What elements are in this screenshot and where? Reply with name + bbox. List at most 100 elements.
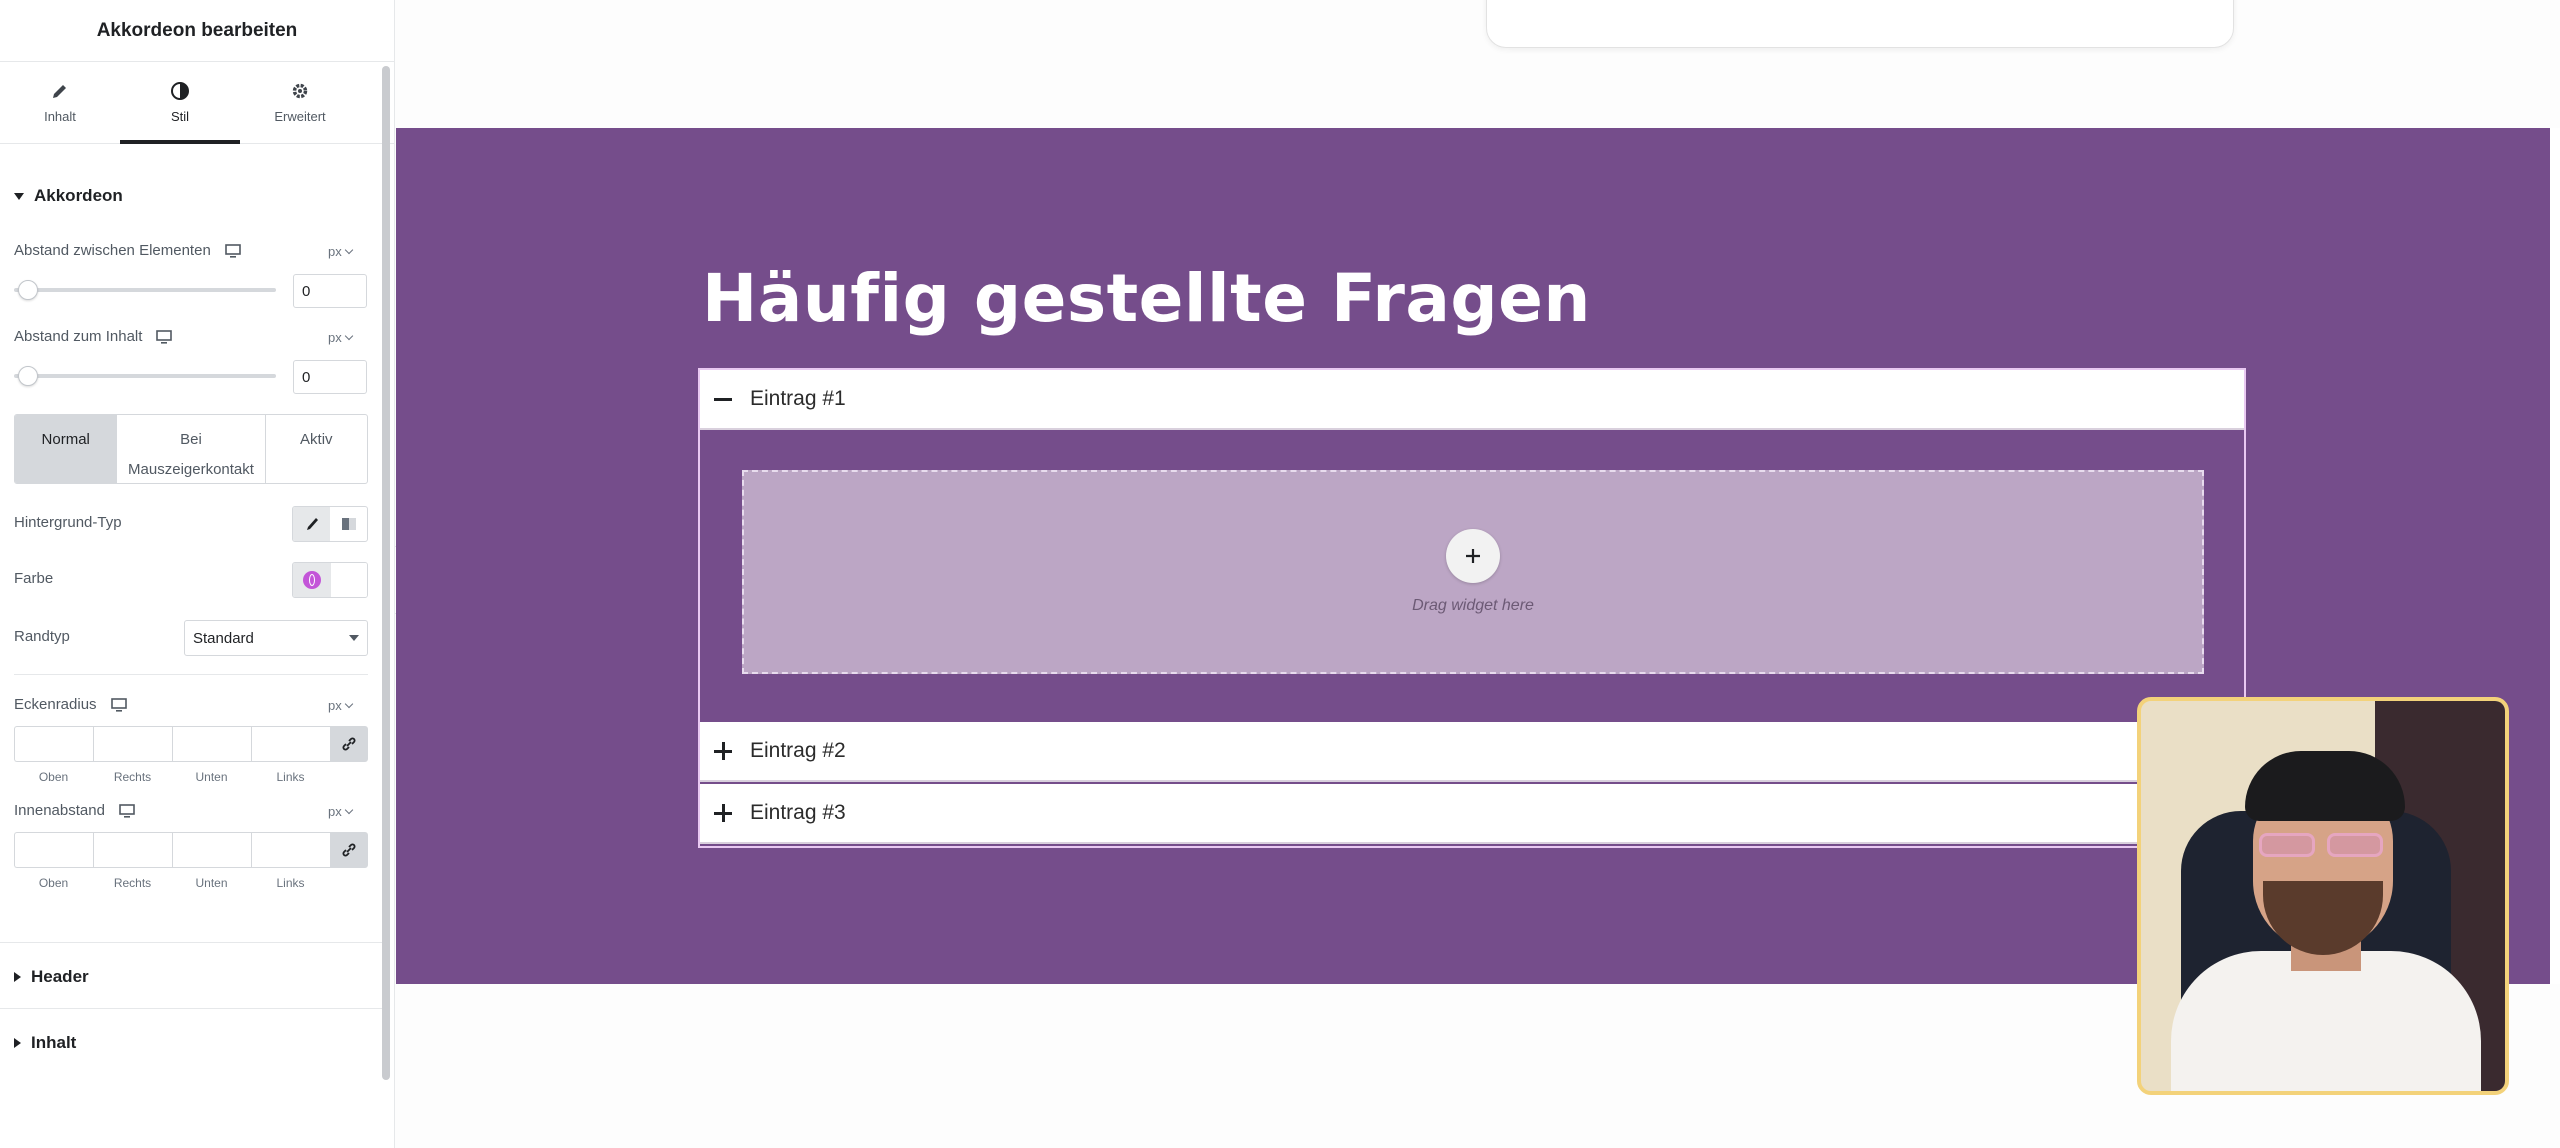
section-header-row[interactable]: Header: [0, 942, 382, 1008]
corner-right-input[interactable]: [93, 726, 172, 762]
section-header-label: Header: [31, 967, 89, 986]
padding-right-input[interactable]: [93, 832, 172, 868]
padding-text: Innenabstand: [14, 802, 105, 819]
brush-icon: [306, 518, 318, 530]
tab-erweitert-label: Erweitert: [274, 109, 326, 124]
gradient-icon: [341, 518, 356, 530]
accordion-item-title: Eintrag #3: [750, 801, 846, 824]
panel-title: Akkordeon bearbeiten: [0, 0, 394, 62]
spacing-content-input[interactable]: 0: [293, 360, 367, 394]
accordion-item-1[interactable]: Eintrag #1: [700, 370, 2244, 430]
padding-inputs: Oben Rechts Unten Links: [14, 832, 368, 890]
section-akkordeon[interactable]: Akkordeon: [14, 186, 123, 206]
accordion-item-title: Eintrag #2: [750, 739, 846, 762]
drop-hint: Drag widget here: [1412, 597, 1534, 614]
spacing-between-input[interactable]: 0: [293, 274, 367, 308]
monitor-icon[interactable]: [156, 329, 173, 344]
border-type-label: Randtyp: [14, 628, 70, 645]
dim-label: Oben: [38, 876, 69, 890]
corner-bottom-input[interactable]: [172, 726, 251, 762]
padding-bottom-input[interactable]: [172, 832, 251, 868]
dim-label: Links: [276, 876, 305, 890]
plus-icon: [1466, 549, 1480, 563]
previous-section-card: [1486, 0, 2234, 48]
padding-left-input[interactable]: [251, 832, 330, 868]
padding-unit[interactable]: px: [328, 804, 353, 819]
panel-tabs: Inhalt Stil Erweitert: [0, 62, 394, 144]
contrast-icon: [171, 82, 189, 100]
corner-radius-inputs: Oben Rechts Unten Links: [14, 726, 368, 784]
chevron-down-icon: [344, 245, 353, 254]
section-inhalt-row[interactable]: Inhalt: [0, 1008, 382, 1074]
panel-scrollbar[interactable]: [382, 66, 390, 1080]
presenter-glasses: [2259, 833, 2389, 859]
bg-gradient-button[interactable]: [330, 507, 367, 541]
link-values-button[interactable]: [330, 726, 368, 762]
monitor-icon[interactable]: [110, 697, 127, 712]
dim-label: Rechts: [113, 770, 152, 784]
padding-top-input[interactable]: [14, 832, 93, 868]
plus-icon: [714, 742, 732, 760]
spacing-between-unit[interactable]: px: [328, 244, 353, 259]
corner-radius-unit[interactable]: px: [328, 698, 353, 713]
caret-right-icon: [14, 972, 21, 982]
tab-inhalt[interactable]: Inhalt: [0, 62, 120, 143]
monitor-icon[interactable]: [119, 803, 135, 818]
padding-label: Innenabstand: [14, 802, 135, 819]
caret-down-icon: [14, 192, 24, 200]
color-picker-swatch[interactable]: [331, 563, 367, 597]
accordion-item-2[interactable]: Eintrag #2: [700, 722, 2244, 782]
slider-handle[interactable]: [18, 280, 38, 300]
chevron-down-icon: [344, 331, 353, 340]
widget-drop-zone[interactable]: Drag widget here: [742, 470, 2204, 674]
tab-erweitert[interactable]: Erweitert: [240, 62, 360, 143]
spacing-content-label: Abstand zum Inhalt: [14, 328, 173, 345]
link-icon: [342, 737, 356, 751]
color-control: [292, 562, 368, 598]
spacing-content-unit[interactable]: px: [328, 330, 353, 345]
tab-stil[interactable]: Stil: [120, 62, 240, 144]
chevron-down-icon: [344, 805, 353, 814]
state-tab-active[interactable]: Aktiv: [264, 415, 367, 483]
accordion-item-1-content: Drag widget here: [700, 432, 2244, 722]
state-tab-normal[interactable]: Normal: [15, 415, 117, 483]
section-akkordeon-label: Akkordeon: [34, 186, 123, 205]
border-type-value: Standard: [193, 629, 254, 647]
monitor-icon[interactable]: [224, 243, 241, 258]
accordion-item-3[interactable]: Eintrag #3: [700, 784, 2244, 844]
caret-down-icon: [349, 635, 359, 641]
border-type-select[interactable]: Standard: [184, 620, 368, 656]
slider-handle[interactable]: [18, 366, 38, 386]
spacing-content-text: Abstand zum Inhalt: [14, 328, 143, 345]
section-inhalt: Inhalt: [14, 1033, 76, 1053]
section-header: Header: [14, 967, 89, 987]
webcam-overlay: [2137, 697, 2509, 1095]
spacing-content-slider[interactable]: [14, 366, 276, 386]
corner-radius-text: Eckenradius: [14, 696, 97, 713]
globe-icon: [303, 571, 321, 589]
bg-type-label: Hintergrund-Typ: [14, 514, 122, 531]
dim-label: Unten: [195, 770, 228, 784]
state-tab-hover[interactable]: Bei Mauszeigerkontakt: [116, 415, 264, 483]
link-values-button[interactable]: [330, 832, 368, 868]
accordion-widget[interactable]: Eintrag #1 Drag widget here Eintrag #2 E…: [698, 368, 2246, 848]
editor-panel: Akkordeon bearbeiten Inhalt Stil Erweite…: [0, 0, 395, 1148]
dim-label: Links: [276, 770, 305, 784]
faq-heading[interactable]: Häufig gestellte Fragen: [702, 260, 1591, 337]
dim-label: Oben: [38, 770, 69, 784]
corner-left-input[interactable]: [251, 726, 330, 762]
add-widget-button[interactable]: [1446, 529, 1500, 583]
global-color-button[interactable]: [293, 563, 331, 597]
link-icon: [342, 843, 356, 857]
spacing-between-text: Abstand zwischen Elementen: [14, 242, 211, 259]
corner-radius-label: Eckenradius: [14, 696, 127, 713]
spacing-between-label: Abstand zwischen Elementen: [14, 242, 241, 259]
unit-label: px: [328, 330, 342, 345]
spacing-between-slider[interactable]: [14, 280, 276, 300]
bg-classic-button[interactable]: [293, 507, 330, 541]
section-inhalt-label: Inhalt: [31, 1033, 77, 1052]
unit-label: px: [328, 804, 342, 819]
state-tabs: Normal Bei Mauszeigerkontakt Aktiv: [14, 414, 368, 484]
unit-label: px: [328, 244, 342, 259]
corner-top-input[interactable]: [14, 726, 93, 762]
